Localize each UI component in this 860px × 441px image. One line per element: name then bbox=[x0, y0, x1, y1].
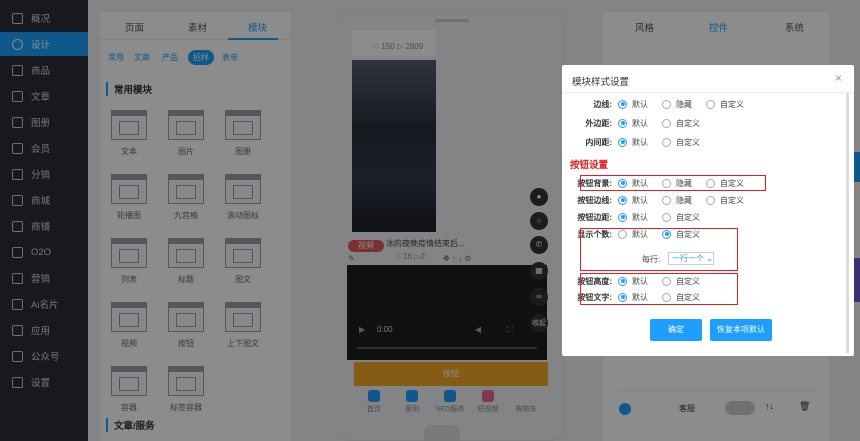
radio-icon bbox=[706, 99, 715, 109]
radio-option[interactable]: 默认 bbox=[618, 212, 648, 223]
radio-option[interactable]: 默认 bbox=[618, 99, 648, 110]
radio-label: 自定义 bbox=[676, 118, 700, 128]
highlight-button-height-text bbox=[580, 273, 738, 305]
radio-label: 默认 bbox=[632, 137, 648, 147]
radio-option[interactable]: 默认 bbox=[618, 137, 648, 148]
setting-label: 边线: bbox=[593, 99, 612, 109]
setting-label: 内间距: bbox=[585, 137, 612, 147]
radio-icon bbox=[662, 212, 671, 222]
confirm-button[interactable]: 确定 bbox=[650, 319, 702, 341]
radio-icon bbox=[618, 118, 627, 128]
radio-icon bbox=[662, 137, 671, 147]
radio-option[interactable]: 自定义 bbox=[662, 137, 700, 148]
radio-icon bbox=[618, 137, 627, 147]
button-settings-heading: 按钮设置 bbox=[570, 160, 609, 171]
radio-option[interactable]: 默认 bbox=[618, 118, 648, 129]
radio-label: 默认 bbox=[632, 99, 648, 109]
radio-icon bbox=[662, 195, 671, 205]
setting-label: 按钮边距: bbox=[577, 212, 612, 222]
setting-row: 按钮边距: 默认 自定义 bbox=[562, 210, 854, 224]
radio-label: 自定义 bbox=[676, 137, 700, 147]
radio-label: 默认 bbox=[632, 195, 648, 205]
radio-option[interactable]: 自定义 bbox=[706, 99, 744, 110]
radio-label: 隐藏 bbox=[676, 195, 692, 205]
highlight-button-background bbox=[580, 175, 766, 191]
radio-option[interactable]: 隐藏 bbox=[662, 195, 692, 206]
radio-option[interactable]: 默认 bbox=[618, 195, 648, 206]
modal-divider bbox=[562, 92, 854, 93]
setting-row: 边线: 默认 隐藏 自定义 bbox=[562, 97, 854, 111]
radio-icon bbox=[662, 118, 671, 128]
radio-label: 默认 bbox=[632, 212, 648, 222]
radio-icon bbox=[618, 212, 627, 222]
radio-option[interactable]: 自定义 bbox=[662, 118, 700, 129]
radio-label: 默认 bbox=[632, 118, 648, 128]
setting-label: 按钮边线: bbox=[577, 195, 612, 205]
radio-icon bbox=[706, 195, 715, 205]
radio-label: 自定义 bbox=[720, 99, 744, 109]
module-style-modal: 模块样式设置 × 边线: 默认 隐藏 自定义 外边距: 默认 自定义 内间距: 默认 自定义 按钮… bbox=[562, 65, 854, 356]
setting-row: 外边距: 默认 自定义 bbox=[562, 116, 854, 130]
radio-label: 自定义 bbox=[720, 195, 744, 205]
highlight-display-count bbox=[580, 228, 738, 271]
setting-row: 按钮边线: 默认 隐藏 自定义 bbox=[562, 193, 854, 207]
setting-row: 内间距: 默认 自定义 bbox=[562, 135, 854, 149]
radio-option[interactable]: 自定义 bbox=[706, 195, 744, 206]
reset-default-button[interactable]: 恢复本项默认 bbox=[710, 319, 772, 341]
radio-label: 隐藏 bbox=[676, 99, 692, 109]
close-icon[interactable]: × bbox=[835, 71, 842, 85]
radio-icon bbox=[662, 99, 671, 109]
radio-icon bbox=[618, 99, 627, 109]
setting-label: 外边距: bbox=[585, 118, 612, 128]
radio-icon bbox=[618, 195, 627, 205]
radio-label: 自定义 bbox=[676, 212, 700, 222]
radio-option[interactable]: 自定义 bbox=[662, 212, 700, 223]
radio-option[interactable]: 隐藏 bbox=[662, 99, 692, 110]
modal-title: 模块样式设置 bbox=[572, 77, 630, 88]
modal-scrollbar[interactable] bbox=[846, 93, 849, 353]
